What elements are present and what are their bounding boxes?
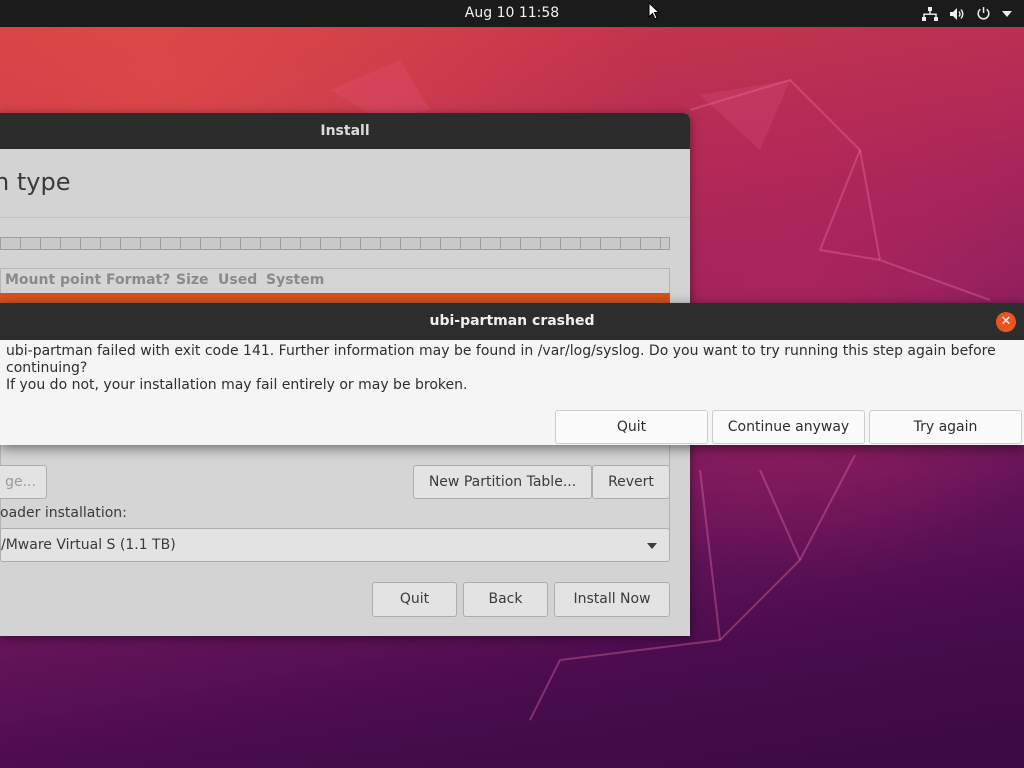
bootloader-device-value: /Mware Virtual S (1.1 TB) <box>1 537 176 553</box>
column-size[interactable]: Size <box>176 268 209 292</box>
crash-message-line-2: If you do not, your installation may fai… <box>6 377 468 393</box>
crash-message-line-1: ubi-partman failed with exit code 141. F… <box>6 343 996 376</box>
crash-dialog: ubi-partman crashed ✕ ubi-partman failed… <box>0 303 1024 445</box>
column-mount-point[interactable]: Mount point <box>5 268 101 292</box>
power-icon[interactable] <box>976 6 991 21</box>
revert-button[interactable]: Revert <box>592 465 670 499</box>
dialog-quit-button[interactable]: Quit <box>555 410 708 444</box>
close-icon[interactable]: ✕ <box>996 312 1016 332</box>
column-format[interactable]: Format? <box>106 268 170 292</box>
back-button[interactable]: Back <box>463 582 548 617</box>
column-used[interactable]: Used <box>218 268 257 292</box>
install-window-title: Install <box>0 113 690 149</box>
partition-bar <box>0 237 670 250</box>
crash-dialog-title: ubi-partman crashed <box>0 303 1024 340</box>
install-now-button[interactable]: Install Now <box>554 582 670 617</box>
system-tray[interactable] <box>922 0 1012 27</box>
separator <box>0 217 690 218</box>
volume-icon[interactable] <box>949 7 965 21</box>
bootloader-label: oader installation: <box>0 505 127 521</box>
top-bar: Aug 10 11:58 <box>0 0 1024 27</box>
change-button[interactable]: ge... <box>0 465 47 499</box>
bootloader-device-select[interactable]: /Mware Virtual S (1.1 TB) <box>0 528 670 562</box>
new-partition-table-button[interactable]: New Partition Table... <box>413 465 592 499</box>
installation-type-heading: n type <box>0 168 71 196</box>
clock[interactable]: Aug 10 11:58 <box>0 0 1024 27</box>
column-system[interactable]: System <box>266 268 324 292</box>
try-again-button[interactable]: Try again <box>869 410 1022 444</box>
crash-message: ubi-partman failed with exit code 141. F… <box>6 343 1021 394</box>
network-icon[interactable] <box>922 6 938 21</box>
mouse-cursor-icon <box>648 2 660 20</box>
quit-button[interactable]: Quit <box>372 582 457 617</box>
dropdown-arrow-icon <box>647 529 657 561</box>
continue-anyway-button[interactable]: Continue anyway <box>712 410 865 444</box>
chevron-down-icon[interactable] <box>1002 10 1012 17</box>
